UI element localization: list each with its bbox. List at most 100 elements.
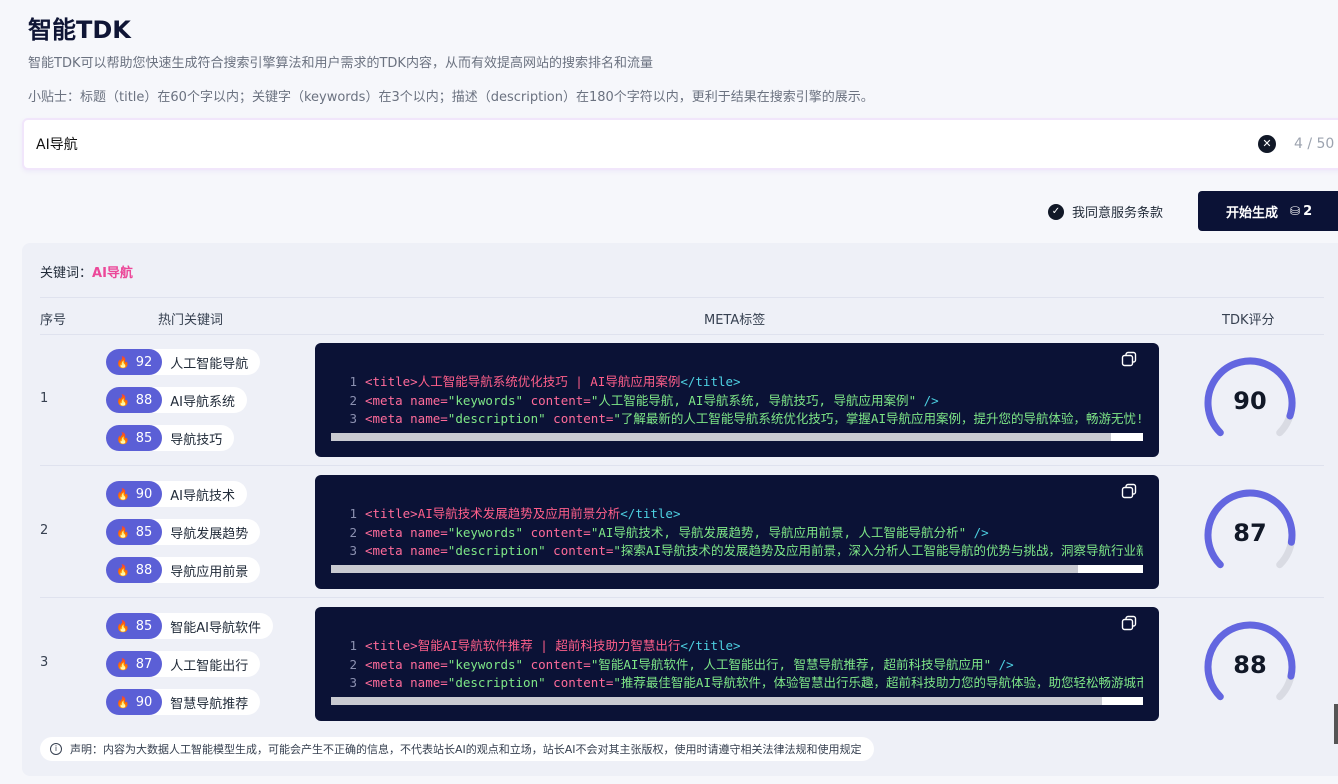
keyword-word: 导航发展趋势: [170, 526, 249, 542]
char-counter: 4 / 50: [1294, 136, 1335, 152]
meta-code: 1 <title>AI导航技术发展趋势及应用前景分析</title> 2 <meta…: [331, 505, 1143, 561]
copy-icon[interactable]: [1121, 483, 1137, 499]
disclaimer: i 声明：内容为大数据人工智能模型生成，可能会产生不正确的信息，不代表站长AI的…: [40, 737, 874, 761]
heat-score-value: 90: [135, 486, 153, 502]
meta-title: 人工智能导航系统优化技巧 | AI导航应用案例: [417, 374, 681, 389]
keyword-word: 人工智能出行: [170, 658, 249, 674]
code-scrollbar[interactable]: [331, 565, 1143, 573]
flame-icon: 🔥: [116, 393, 130, 407]
meta-code: 1 <title>人工智能导航系统优化技巧 | AI导航应用案例</title> …: [349, 374, 1143, 426]
table-header: 序号 热门关键词 META标签 TDK评分: [40, 297, 1324, 335]
keyword-input[interactable]: [36, 132, 1236, 156]
table-row: 3 🔥 85 智能AI导航软件 🔥 87 人工智能出行 🔥 90 智慧导航推荐 1 <t…: [40, 599, 1324, 730]
tdk-score: 87: [1233, 519, 1267, 547]
check-circle-icon[interactable]: ✓: [1048, 203, 1064, 220]
heat-score-value: 85: [135, 430, 153, 446]
heat-score: 🔥 92: [106, 349, 163, 375]
tdk-score-gauge: 90: [1200, 353, 1300, 453]
flame-icon: 🔥: [116, 619, 130, 633]
col-hot-keywords: 热门关键词: [158, 313, 224, 328]
keyword-tag[interactable]: 🔥 85 智能AI导航软件: [106, 613, 273, 639]
flame-icon: 🔥: [116, 695, 130, 709]
heat-score: 🔥 88: [106, 557, 163, 583]
copy-icon[interactable]: [1121, 351, 1137, 367]
keyword-line: 关键词：AI导航: [40, 262, 133, 281]
meta-keywords: 人工智能导航, AI导航系统, 导航技巧, 导航应用案例: [598, 392, 909, 408]
scroll-thumb[interactable]: [331, 697, 1103, 705]
keyword-tag[interactable]: 🔥 90 智慧导航推荐: [106, 689, 261, 715]
heat-score-value: 85: [135, 618, 153, 634]
copy-icon[interactable]: [1121, 615, 1137, 631]
generate-label: 开始生成: [1226, 205, 1279, 221]
keyword-tag[interactable]: 🔥 87 人工智能出行: [106, 651, 261, 677]
search-box: ✕ 4 / 50: [22, 118, 1338, 170]
keyword-tag[interactable]: 🔥 88 导航应用前景: [106, 557, 261, 583]
agree-label[interactable]: 我同意服务条款: [1072, 202, 1163, 221]
row-index: 2: [40, 523, 49, 538]
heat-score-value: 88: [135, 562, 153, 578]
heat-score-value: 87: [135, 656, 153, 672]
heat-score: 🔥 85: [106, 519, 163, 545]
meta-description: 探索AI导航技术的发展趋势及应用前景，深入分析人工智能导航的优势与挑战，洞察导航…: [620, 543, 1143, 558]
keyword-tag[interactable]: 🔥 88 AI导航系统: [106, 387, 247, 413]
col-score: TDK评分: [1222, 313, 1275, 328]
meta-description: 了解最新的人工智能导航系统优化技巧，掌握AI导航应用案例，提升您的导航体验，畅游…: [620, 411, 1143, 426]
meta-code-block: 1 <title>AI导航技术发展趋势及应用前景分析</title> 2 <meta…: [315, 475, 1159, 589]
keyword-word: 导航技巧: [170, 432, 223, 448]
row-index: 1: [40, 391, 49, 406]
meta-title: 智能AI导航软件推荐 | 超前科技助力智慧出行: [417, 638, 681, 653]
hot-keywords: 🔥 85 智能AI导航软件 🔥 87 人工智能出行 🔥 90 智慧导航推荐: [106, 613, 273, 727]
disclaimer-text: 声明：内容为大数据人工智能模型生成，可能会产生不正确的信息，不代表站长AI的观点…: [70, 743, 862, 756]
keyword-tag[interactable]: 🔥 85 导航发展趋势: [106, 519, 261, 545]
keyword-tag[interactable]: 🔥 90 AI导航技术: [106, 481, 247, 507]
row-index: 3: [40, 655, 49, 670]
heat-score: 🔥 85: [106, 425, 163, 451]
heat-score-value: 90: [135, 694, 153, 710]
scroll-thumb[interactable]: [331, 565, 1079, 573]
flame-icon: 🔥: [116, 487, 130, 501]
code-scrollbar[interactable]: [331, 433, 1143, 441]
meta-keywords: 智能AI导航软件, 人工智能出行, 智慧导航推荐, 超前科技导航应用: [598, 656, 984, 672]
page-title: 智能TDK: [28, 16, 131, 44]
code-scrollbar[interactable]: [331, 697, 1143, 705]
flame-icon: 🔥: [116, 657, 130, 671]
keyword-tag[interactable]: 🔥 92 人工智能导航: [106, 349, 261, 375]
keyword-word: AI导航系统: [170, 394, 235, 410]
heat-score: 🔥 88: [106, 387, 163, 413]
keyword-label: 关键词：: [40, 266, 93, 281]
col-index: 序号: [40, 313, 67, 328]
keyword-tag[interactable]: 🔥 85 导航技巧: [106, 425, 235, 451]
page-subtitle: 智能TDK可以帮助您快速生成符合搜索引擎算法和用户需求的TDK内容，从而有效提高…: [28, 56, 653, 71]
results-panel: 关键词：AI导航 序号 热门关键词 META标签 TDK评分 1 🔥 92 人工智…: [22, 243, 1338, 776]
flame-icon: 🔥: [116, 431, 130, 445]
keyword-word: 导航应用前景: [170, 564, 249, 580]
keyword-word: 智慧导航推荐: [170, 696, 249, 712]
database-icon: ⛁: [1290, 204, 1301, 218]
table-row: 2 🔥 90 AI导航技术 🔥 85 导航发展趋势 🔥 88 导航应用前景 1 <tit…: [40, 467, 1324, 598]
tdk-score: 88: [1233, 651, 1267, 679]
credits-count: 2: [1303, 203, 1313, 219]
heat-score-value: 92: [135, 354, 153, 370]
keyword-word: 智能AI导航软件: [170, 620, 261, 636]
keyword-word: AI导航技术: [170, 488, 235, 504]
heat-score-value: 85: [135, 524, 153, 540]
heat-score: 🔥 85: [106, 613, 163, 639]
page-scrollbar[interactable]: [1334, 704, 1338, 744]
meta-code: 1 <title>智能AI导航软件推荐 | 超前科技助力智慧出行</title> …: [331, 637, 1143, 693]
agree-terms[interactable]: ✓ 我同意服务条款: [1048, 202, 1163, 221]
table-row: 1 🔥 92 人工智能导航 🔥 88 AI导航系统 🔥 85 导航技巧 1 <title…: [40, 335, 1324, 466]
meta-keywords: AI导航技术, 导航发展趋势, 导航应用前景, 人工智能导航分析: [598, 524, 959, 540]
meta-title: AI导航技术发展趋势及应用前景分析: [417, 506, 621, 521]
heat-score-value: 88: [135, 392, 153, 408]
heat-score: 🔥 90: [106, 481, 163, 507]
col-meta: META标签: [704, 313, 766, 328]
scroll-thumb[interactable]: [331, 433, 1111, 441]
meta-code-block: 1 <title>智能AI导航软件推荐 | 超前科技助力智慧出行</title> …: [315, 607, 1159, 721]
meta-code-block: 1 <title>人工智能导航系统优化技巧 | AI导航应用案例</title> …: [315, 343, 1159, 457]
tip-text: 小贴士：标题（title）在60个字以内；关键字（keywords）在3个以内；…: [28, 90, 874, 105]
heat-score: 🔥 90: [106, 689, 163, 715]
tdk-score-gauge: 87: [1200, 485, 1300, 585]
clear-icon[interactable]: ✕: [1258, 135, 1276, 153]
keyword-word: 人工智能导航: [170, 356, 249, 372]
generate-button[interactable]: 开始生成 ⛁ 2: [1198, 191, 1338, 231]
